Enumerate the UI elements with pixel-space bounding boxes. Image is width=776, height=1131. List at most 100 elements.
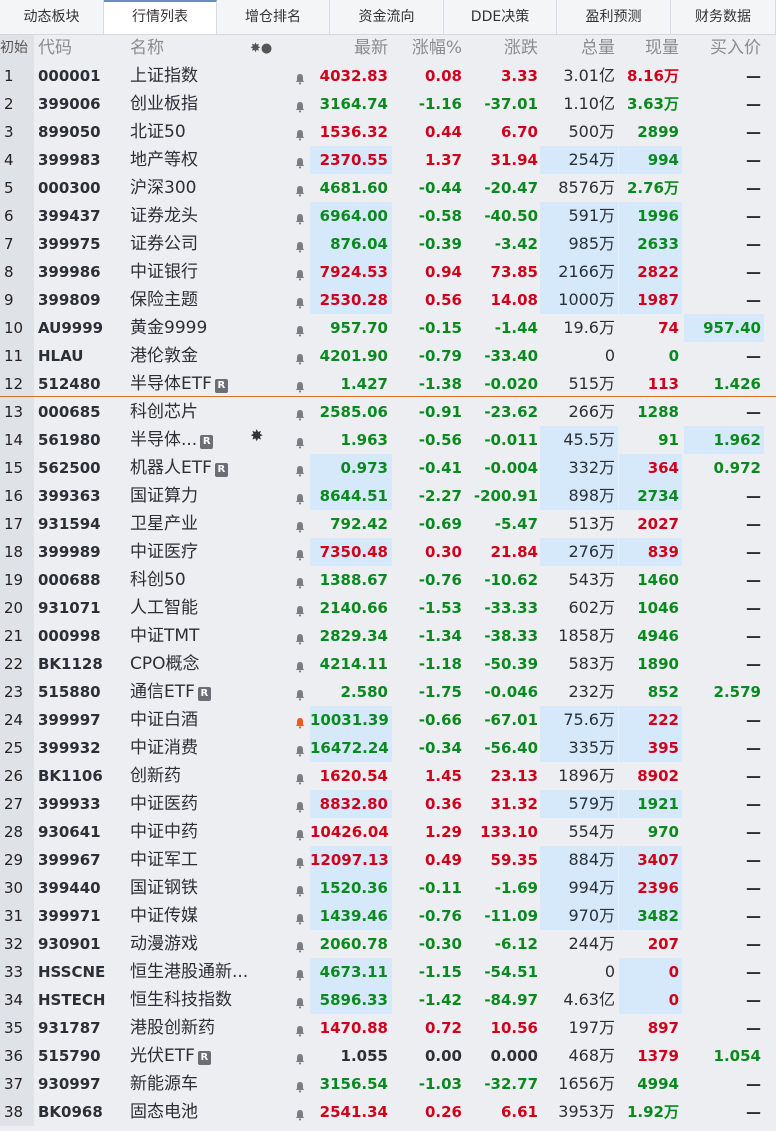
table-row[interactable]: 13 000685 科创芯片 2585.06 -0.91 -23.62 266万 1288 —	[0, 398, 776, 426]
stock-code[interactable]: 562500	[38, 454, 101, 482]
stock-name[interactable]: 卫星产业	[130, 510, 198, 538]
table-row[interactable]: 35 931787 港股创新药 1470.88 0.72 10.56 197万 897 —	[0, 1014, 776, 1042]
table-row[interactable]: 21 000998 中证TMT 2829.34 -1.34 -38.33 1858万 4946…	[0, 622, 776, 650]
tab-3[interactable]: 资金流向	[330, 0, 444, 34]
alert-bell-icon[interactable]	[294, 1078, 306, 1093]
stock-name[interactable]: 港股创新药	[130, 1014, 215, 1042]
table-row[interactable]: 4 399983 地产等权 2370.55 1.37 31.94 254万 994 —	[0, 146, 776, 174]
tab-5[interactable]: 盈利预测	[557, 0, 671, 34]
alert-bell-icon[interactable]	[294, 518, 306, 533]
alert-bell-icon[interactable]	[294, 322, 306, 337]
stock-name[interactable]: 固态电池	[130, 1098, 198, 1126]
stock-name[interactable]: 地产等权	[130, 146, 198, 174]
stock-name[interactable]: 动漫游戏	[130, 930, 198, 958]
stock-code[interactable]: 000685	[38, 398, 101, 426]
stock-name[interactable]: 北证50	[130, 118, 186, 146]
table-row[interactable]: 37 930997 新能源车 3156.54 -1.03 -32.77 1656万 4994 —	[0, 1070, 776, 1098]
tab-0[interactable]: 动态板块	[0, 0, 104, 34]
alert-bell-icon[interactable]	[294, 630, 306, 645]
stock-name[interactable]: 中证医疗	[130, 538, 198, 566]
stock-code[interactable]: 000998	[38, 622, 101, 650]
stock-name[interactable]: 中证白酒	[130, 706, 198, 734]
stock-code[interactable]: 931594	[38, 510, 101, 538]
table-row[interactable]: 2 399006 创业板指 3164.74 -1.16 -37.01 1.10亿 3.63万 —	[0, 90, 776, 118]
stock-code[interactable]: 000688	[38, 566, 101, 594]
table-row[interactable]: 1 000001 上证指数 4032.83 0.08 3.33 3.01亿 8.16万 —	[0, 62, 776, 90]
alert-bell-icon[interactable]	[294, 462, 306, 477]
table-row[interactable]: 36 515790 光伏ETF R 1.055 0.00 0.000 468万 1379 1.05…	[0, 1042, 776, 1070]
table-row[interactable]: 19 000688 科创50 1388.67 -0.76 -10.62 543万 1460 —	[0, 566, 776, 594]
stock-code[interactable]: 000300	[38, 174, 101, 202]
alert-bell-icon[interactable]	[294, 966, 306, 981]
tab-4[interactable]: DDE决策	[444, 0, 557, 34]
table-row[interactable]: 15 562500 机器人ETF R 0.973 -0.41 -0.004 332万 364 0.…	[0, 454, 776, 482]
alert-bell-icon[interactable]	[294, 294, 306, 309]
alert-bell-icon[interactable]	[294, 238, 306, 253]
alert-bell-icon[interactable]	[294, 378, 306, 393]
table-row[interactable]: 7 399975 证券公司 876.04 -0.39 -3.42 985万 2633 —	[0, 230, 776, 258]
stock-code[interactable]: 399986	[38, 258, 101, 286]
col-mark[interactable]: ✸●	[250, 35, 272, 62]
alert-bell-icon[interactable]	[294, 70, 306, 85]
table-row[interactable]: 14 561980 半导体... R ✸ 1.963 -0.56 -0.011 45.5万 91 1…	[0, 426, 776, 454]
stock-name[interactable]: 科创50	[130, 566, 186, 594]
stock-name[interactable]: 黄金9999	[130, 314, 207, 342]
col-cur[interactable]: 现量	[619, 35, 679, 62]
alert-bell-icon[interactable]	[294, 1022, 306, 1037]
stock-code[interactable]: 399933	[38, 790, 101, 818]
table-row[interactable]: 5 000300 沪深300 4681.60 -0.44 -20.47 8576万 2.76万…	[0, 174, 776, 202]
tab-1[interactable]: 行情列表	[104, 0, 217, 34]
stock-code[interactable]: 515790	[38, 1042, 101, 1070]
stock-name[interactable]: 中证传媒	[130, 902, 198, 930]
table-row[interactable]: 30 399440 国证钢铁 1520.36 -0.11 -1.69 994万 2396 —	[0, 874, 776, 902]
stock-code[interactable]: 515880	[38, 678, 101, 706]
col-initial[interactable]: 初始	[0, 35, 34, 62]
stock-name[interactable]: 证券龙头	[130, 202, 198, 230]
alert-bell-icon[interactable]	[294, 98, 306, 113]
alert-bell-icon[interactable]	[294, 350, 306, 365]
tab-2[interactable]: 增仓排名	[217, 0, 330, 34]
table-row[interactable]: 23 515880 通信ETF R 2.580 -1.75 -0.046 232万 852 2.5…	[0, 678, 776, 706]
table-row[interactable]: 33 HSSCNE 恒生港股通新... 4673.11 -1.15 -54.51 0 0 —	[0, 958, 776, 986]
stock-name[interactable]: 创业板指	[130, 90, 198, 118]
col-last[interactable]: 最新	[310, 35, 388, 62]
star-mark-icon[interactable]: ✸	[250, 426, 263, 445]
stock-name[interactable]: 恒生港股通新...	[130, 958, 248, 986]
stock-code[interactable]: 000001	[38, 62, 101, 90]
table-row[interactable]: 28 930641 中证中药 10426.04 1.29 133.10 554万 970 —	[0, 818, 776, 846]
stock-code[interactable]: 899050	[38, 118, 101, 146]
stock-name[interactable]: 国证算力	[130, 482, 198, 510]
table-row[interactable]: 9 399809 保险主题 2530.28 0.56 14.08 1000万 1987 —	[0, 286, 776, 314]
stock-name[interactable]: 机器人ETF R	[130, 454, 228, 482]
stock-code[interactable]: 399363	[38, 482, 101, 510]
stock-code[interactable]: 399437	[38, 202, 101, 230]
table-row[interactable]: 38 BK0968 固态电池 2541.34 0.26 6.61 3953万 1.92万 —	[0, 1098, 776, 1126]
table-row[interactable]: 29 399967 中证军工 12097.13 0.49 59.35 884万 3407 —	[0, 846, 776, 874]
alert-bell-icon[interactable]	[294, 546, 306, 561]
stock-name[interactable]: 保险主题	[130, 286, 198, 314]
stock-name[interactable]: 中证医药	[130, 790, 198, 818]
alert-bell-icon[interactable]	[294, 266, 306, 281]
stock-name[interactable]: 新能源车	[130, 1070, 198, 1098]
table-row[interactable]: 6 399437 证券龙头 6964.00 -0.58 -40.50 591万 1996 —	[0, 202, 776, 230]
alert-bell-icon[interactable]	[294, 742, 306, 757]
table-row[interactable]: 11 HLAU 港伦敦金 4201.90 -0.79 -33.40 0 0 —	[0, 342, 776, 370]
alert-bell-icon[interactable]	[294, 1106, 306, 1121]
alert-bell-icon[interactable]	[294, 406, 306, 421]
stock-code[interactable]: BK0968	[38, 1098, 103, 1126]
table-row[interactable]: 32 930901 动漫游戏 2060.78 -0.30 -6.12 244万 207 —	[0, 930, 776, 958]
alert-bell-icon[interactable]	[294, 994, 306, 1009]
alert-bell-icon[interactable]	[294, 490, 306, 505]
col-code[interactable]: 代码	[38, 35, 72, 62]
alert-bell-icon[interactable]	[294, 686, 306, 701]
col-chg[interactable]: 涨跌	[464, 35, 538, 62]
stock-code[interactable]: BK1106	[38, 762, 103, 790]
table-row[interactable]: 20 931071 人工智能 2140.66 -1.53 -33.33 602万 1046 —	[0, 594, 776, 622]
stock-name[interactable]: 光伏ETF R	[130, 1042, 211, 1070]
stock-code[interactable]: 399932	[38, 734, 101, 762]
alert-bell-icon[interactable]	[294, 434, 306, 449]
table-row[interactable]: 8 399986 中证银行 7924.53 0.94 73.85 2166万 2822 —	[0, 258, 776, 286]
stock-code[interactable]: 399440	[38, 874, 101, 902]
stock-name[interactable]: 半导体ETF R	[130, 370, 228, 398]
table-row[interactable]: 18 399989 中证医疗 7350.48 0.30 21.84 276万 839 —	[0, 538, 776, 566]
